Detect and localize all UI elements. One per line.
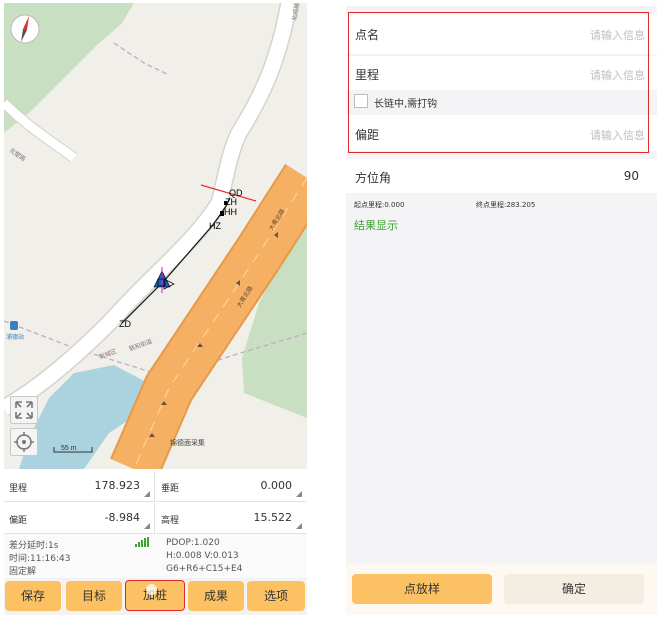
vertical-distance-label: 垂距 bbox=[161, 484, 180, 494]
dropdown-corner-icon bbox=[296, 491, 302, 497]
bottom-button-bar: 保存 目标 加桩 成果 选项 bbox=[4, 578, 307, 615]
measurement-fields: 里程 178.923 垂距 0.000 偏距 -8.984 高程 15.522 bbox=[4, 469, 307, 534]
confirm-button[interactable]: 确定 bbox=[504, 574, 644, 604]
vertical-distance-value: 0.000 bbox=[260, 479, 293, 492]
azimuth-value: 90 bbox=[623, 169, 639, 183]
elevation-field[interactable]: 高程 15.522 bbox=[156, 503, 306, 534]
compass-icon[interactable] bbox=[10, 14, 40, 44]
mileage-label: 里程 bbox=[9, 484, 28, 494]
stakeout-button[interactable]: 点放样 bbox=[352, 574, 492, 604]
locate-icon[interactable] bbox=[10, 428, 38, 456]
add-stake-button[interactable]: 加桩 bbox=[125, 580, 185, 611]
poi-label: 锦德面采集 bbox=[170, 438, 205, 447]
vertical-distance-field[interactable]: 垂距 0.000 bbox=[156, 471, 306, 502]
bus-station-icon bbox=[10, 321, 18, 330]
signal-icon bbox=[135, 537, 151, 550]
offset-value: -8.984 bbox=[104, 511, 140, 524]
elevation-value: 15.522 bbox=[253, 511, 293, 524]
dropdown-corner-icon bbox=[144, 523, 150, 529]
dropdown-corner-icon bbox=[144, 491, 150, 497]
dropdown-corner-icon bbox=[296, 523, 302, 529]
gnss-status-panel: 差分延时:1s 时间:11:16:43 固定解 PDOP:1.020 H:0.0… bbox=[4, 534, 307, 578]
highlight-box bbox=[348, 12, 649, 153]
offset-label: 偏距 bbox=[9, 516, 28, 526]
target-button[interactable]: 目标 bbox=[66, 581, 122, 611]
add-stake-form-screen: 点名 请输入信息 里程 请输入信息 长链中,需打钩 偏距 请输入信息 方位角 9… bbox=[346, 6, 657, 615]
options-button[interactable]: 选项 bbox=[247, 581, 305, 611]
result-label: 结果显示 bbox=[354, 219, 398, 232]
scale-label: 55 m bbox=[61, 445, 77, 452]
solution-status-text: 固定解 bbox=[9, 567, 37, 577]
map-stakeout-screen: QD ZH HH HZ ZD 大青北路 大青北路 新城区 联和街道 北成路 北壁… bbox=[4, 3, 307, 615]
precision-text: H:0.008 V:0.013 bbox=[166, 551, 239, 561]
elevation-label: 高程 bbox=[161, 516, 180, 526]
mileage-value: 178.923 bbox=[94, 479, 141, 492]
touch-indicator bbox=[146, 584, 157, 595]
station-label: 浦德站 bbox=[6, 333, 24, 341]
save-button[interactable]: 保存 bbox=[5, 581, 61, 611]
time-text: 时间:11:16:43 bbox=[9, 554, 71, 564]
stake-label-zh: ZH bbox=[225, 197, 237, 207]
results-button[interactable]: 成果 bbox=[188, 581, 244, 611]
end-mileage-text: 终点里程:283.205 bbox=[476, 201, 536, 209]
pdop-text: PDOP:1.020 bbox=[166, 538, 220, 548]
expand-icon[interactable] bbox=[10, 396, 38, 424]
stake-label-zd: ZD bbox=[119, 319, 131, 329]
stake-label-hz: HZ bbox=[209, 221, 221, 231]
diff-delay-text: 差分延时:1s bbox=[9, 541, 59, 551]
azimuth-label: 方位角 bbox=[355, 171, 392, 185]
start-mileage-text: 起点里程:0.000 bbox=[354, 201, 405, 209]
mileage-field[interactable]: 里程 178.923 bbox=[4, 471, 155, 502]
map-canvas: QD ZH HH HZ ZD 大青北路 大青北路 新城区 联和街道 北成路 北壁… bbox=[4, 3, 307, 469]
satellites-text: G6+R6+C15+E4 bbox=[166, 564, 243, 574]
map-view[interactable]: QD ZH HH HZ ZD 大青北路 大青北路 新城区 联和街道 北成路 北壁… bbox=[4, 3, 307, 469]
azimuth-row[interactable]: 方位角 90 bbox=[346, 159, 657, 193]
stake-label-hh: HH bbox=[224, 207, 237, 217]
offset-field[interactable]: 偏距 -8.984 bbox=[4, 503, 155, 534]
